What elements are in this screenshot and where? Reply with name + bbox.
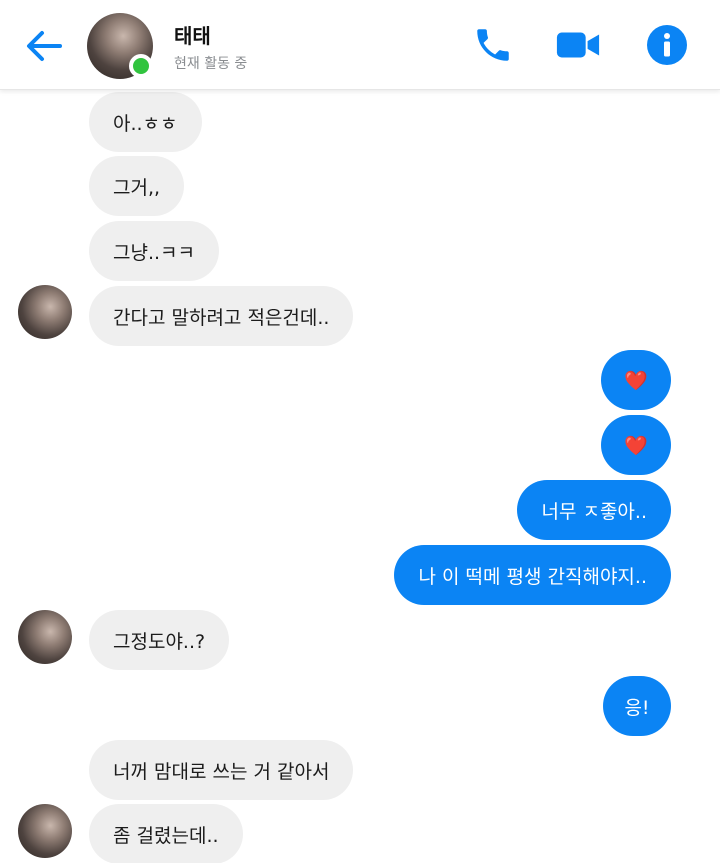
- contact-name[interactable]: 태태: [174, 20, 211, 49]
- voice-call-button[interactable]: [470, 22, 516, 68]
- incoming-message[interactable]: 그거,,: [89, 156, 185, 216]
- incoming-message[interactable]: 좀 걸렸는데..: [89, 804, 243, 863]
- video-call-button[interactable]: [555, 22, 601, 68]
- back-arrow-icon: [27, 31, 62, 61]
- outgoing-message[interactable]: 너무 ㅈ좋아..: [517, 480, 671, 540]
- outgoing-heart-message[interactable]: ❤️: [601, 350, 671, 410]
- video-camera-icon: [556, 32, 600, 58]
- incoming-message[interactable]: 간다고 말하려고 적은건데..: [89, 286, 354, 346]
- incoming-message[interactable]: 그냥..ㅋㅋ: [89, 221, 219, 281]
- outgoing-heart-message[interactable]: ❤️: [601, 415, 671, 475]
- message-thread[interactable]: 아..ㅎㅎ 그거,, 그냥..ㅋㅋ 간다고 말하려고 적은건데.. ❤️ ❤️ …: [0, 91, 720, 863]
- back-button[interactable]: [20, 24, 68, 68]
- info-button[interactable]: [644, 22, 690, 68]
- outgoing-message[interactable]: 응!: [603, 676, 671, 736]
- sender-avatar[interactable]: [18, 804, 72, 858]
- incoming-message[interactable]: 그정도야..?: [89, 610, 230, 670]
- outgoing-message[interactable]: 나 이 떡메 평생 간직해야지..: [394, 545, 671, 605]
- info-icon: [647, 25, 687, 65]
- chat-header: 태태 현재 활동 중: [0, 0, 720, 90]
- incoming-message[interactable]: 아..ㅎㅎ: [89, 92, 202, 152]
- incoming-message[interactable]: 너꺼 맘대로 쓰는 거 같아서: [89, 740, 354, 800]
- phone-icon: [477, 29, 509, 61]
- active-status: 현재 활동 중: [174, 56, 248, 72]
- sender-avatar[interactable]: [18, 285, 72, 339]
- online-status-dot: [129, 54, 153, 78]
- sender-avatar[interactable]: [18, 610, 72, 664]
